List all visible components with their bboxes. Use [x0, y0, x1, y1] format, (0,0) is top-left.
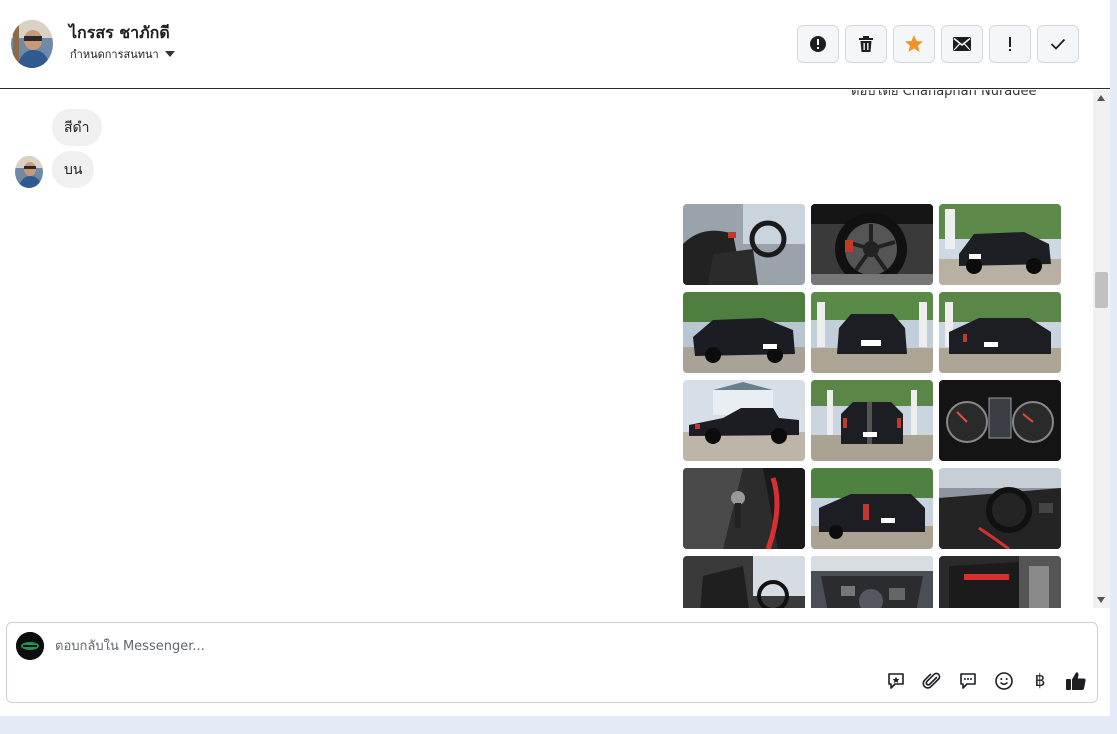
message-bubble[interactable]: บน [52, 151, 95, 188]
schedule-conversation-dropdown[interactable]: กำหนดการสนทนา [70, 45, 175, 63]
car-photo-steering-wheel[interactable] [939, 468, 1061, 549]
car-photo-door[interactable] [939, 556, 1061, 608]
paperclip-icon[interactable] [920, 669, 944, 693]
conversation-header: ไกรสร ชาภักดี กำหนดการสนทนา [0, 0, 1110, 89]
message-bubble[interactable]: สีดำ [52, 109, 102, 146]
car-photo-front-angle[interactable] [939, 204, 1061, 285]
car-photo-gear-shift[interactable] [683, 468, 805, 549]
star-button[interactable] [893, 25, 935, 63]
sender-avatar [15, 156, 43, 188]
car-photo-dashboard[interactable] [939, 380, 1061, 461]
car-photo-rear-angle[interactable] [939, 292, 1061, 373]
car-photo-wheel[interactable] [811, 204, 933, 285]
message-thread[interactable]: ตอบโดย Chanaphan Nuradee สีดำ บน [0, 90, 1093, 608]
check-icon [1050, 38, 1066, 50]
car-photo-side[interactable] [683, 380, 805, 461]
thumbs-up-icon[interactable] [1064, 669, 1088, 693]
reply-composer: ฿ [6, 622, 1098, 703]
mark-done-button[interactable] [1037, 25, 1079, 63]
mark-important-button[interactable] [989, 25, 1031, 63]
page-avatar [16, 632, 44, 660]
scrollbar-thumb[interactable] [1095, 272, 1108, 308]
mark-spam-button[interactable] [797, 25, 839, 63]
contact-avatar[interactable] [11, 20, 53, 68]
car-photo-front-left[interactable] [683, 292, 805, 373]
car-photo-interior[interactable] [683, 204, 805, 285]
exclamation-icon [1009, 37, 1011, 51]
scroll-down-arrow-icon[interactable] [1097, 597, 1105, 603]
car-photo-rear-right[interactable] [811, 468, 933, 549]
sticker-icon[interactable] [884, 669, 908, 693]
contact-name[interactable]: ไกรสร ชาภักดี [69, 21, 170, 46]
envelope-icon [953, 37, 971, 51]
saved-reply-icon[interactable] [956, 669, 980, 693]
reply-input[interactable] [55, 635, 855, 657]
baht-icon[interactable]: ฿ [1028, 669, 1052, 693]
car-photo-engine[interactable] [811, 556, 933, 608]
thread-scrollbar[interactable] [1093, 90, 1110, 608]
car-photo-cabin[interactable] [683, 556, 805, 608]
header-toolbar [797, 25, 1079, 63]
photo-attachment-grid [683, 204, 1061, 608]
message-panel: ไกรสร ชาภักดี กำหนดการสนทนา ตอบโดย Chana… [0, 0, 1110, 716]
emoji-icon[interactable] [992, 669, 1016, 693]
composer-toolbar: ฿ [884, 669, 1088, 693]
reply-attribution: ตอบโดย Chanaphan Nuradee [851, 90, 1037, 99]
alert-circle-icon [810, 36, 826, 52]
scroll-up-arrow-icon[interactable] [1097, 95, 1105, 101]
star-icon [905, 35, 923, 52]
schedule-conversation-label: กำหนดการสนทนา [70, 48, 159, 61]
mark-unread-button[interactable] [941, 25, 983, 63]
caret-down-icon [164, 51, 175, 57]
trash-icon [859, 36, 873, 52]
car-photo-rear[interactable] [811, 380, 933, 461]
delete-button[interactable] [845, 25, 887, 63]
car-photo-front[interactable] [811, 292, 933, 373]
